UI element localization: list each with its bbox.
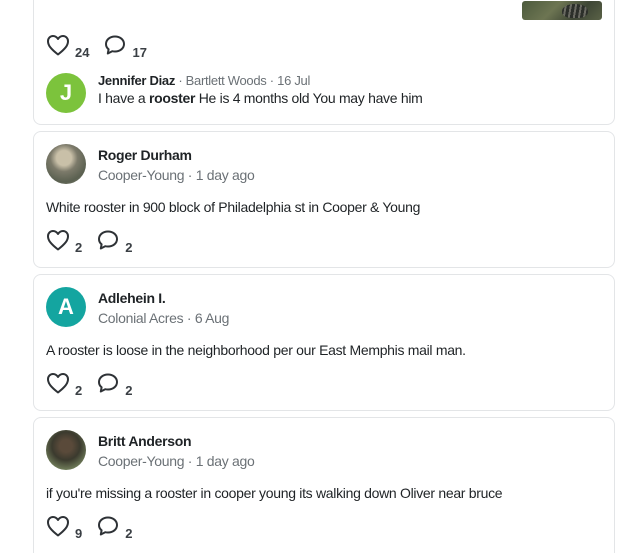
- post-author[interactable]: Roger Durham: [98, 147, 192, 163]
- like-count: 2: [75, 383, 83, 398]
- post-author[interactable]: Adlehein I.: [98, 290, 166, 306]
- avatar-initial: J: [59, 80, 73, 105]
- like-button[interactable]: 2: [46, 229, 83, 255]
- post-actions: 9 2: [46, 515, 146, 541]
- comment-count: 17: [132, 45, 147, 60]
- post-actions: 2 2: [46, 372, 146, 398]
- post-card: 24 17 J Jennifer Diaz · Bartlett Woods ·…: [33, 0, 615, 125]
- like-button[interactable]: 9: [46, 515, 83, 541]
- comment-count: 2: [125, 240, 133, 255]
- comment-meta: · Bartlett Woods · 16 Jul: [175, 73, 311, 88]
- post-meta: Cooper-Young · 1 day ago: [98, 453, 255, 469]
- comment-preview[interactable]: J Jennifer Diaz · Bartlett Woods · 16 Ju…: [46, 73, 606, 113]
- comment-button[interactable]: 17: [103, 34, 147, 60]
- avatar[interactable]: [46, 430, 86, 470]
- post-meta: Cooper-Young · 1 day ago: [98, 167, 255, 183]
- avatar[interactable]: J: [46, 73, 86, 113]
- avatar[interactable]: [46, 144, 86, 184]
- comment-button[interactable]: 2: [96, 372, 133, 398]
- like-button[interactable]: 2: [46, 372, 83, 398]
- heart-icon: [47, 516, 69, 537]
- comment-count: 2: [125, 383, 133, 398]
- post-body: White rooster in 900 block of Philadelph…: [46, 199, 421, 215]
- comment-author[interactable]: Jennifer Diaz: [98, 73, 175, 88]
- like-button[interactable]: 24: [46, 34, 90, 60]
- like-count: 9: [75, 526, 83, 541]
- comment-bubble-icon: [98, 516, 119, 536]
- comment-bubble-icon: [98, 230, 119, 250]
- comment-button[interactable]: 2: [96, 515, 133, 541]
- post-actions: 2 2: [46, 229, 146, 255]
- post-card: Roger Durham Cooper-Young · 1 day ago Wh…: [33, 131, 615, 268]
- like-count: 2: [75, 240, 83, 255]
- post-card: A Adlehein I. Colonial Acres · 6 Aug A r…: [33, 274, 615, 411]
- post-actions: 24 17: [46, 34, 161, 60]
- comment-count: 2: [125, 526, 133, 541]
- post-meta: Colonial Acres · 6 Aug: [98, 310, 230, 326]
- like-count: 24: [75, 45, 90, 60]
- post-card: Britt Anderson Cooper-Young · 1 day ago …: [33, 417, 615, 553]
- comment-text: I have a rooster He is 4 months old You …: [98, 90, 423, 106]
- heart-icon: [47, 230, 69, 251]
- comment-bubble-icon: [105, 35, 126, 55]
- heart-icon: [47, 373, 69, 394]
- post-body: if you're missing a rooster in cooper yo…: [46, 485, 503, 501]
- post-image-thumbnail[interactable]: [522, 1, 602, 20]
- avatar[interactable]: A: [46, 287, 86, 327]
- post-author[interactable]: Britt Anderson: [98, 433, 192, 449]
- comment-bubble-icon: [98, 373, 119, 393]
- avatar-initial: A: [58, 294, 74, 319]
- heart-icon: [47, 35, 69, 56]
- comment-button[interactable]: 2: [96, 229, 133, 255]
- post-body: A rooster is loose in the neighborhood p…: [46, 342, 466, 358]
